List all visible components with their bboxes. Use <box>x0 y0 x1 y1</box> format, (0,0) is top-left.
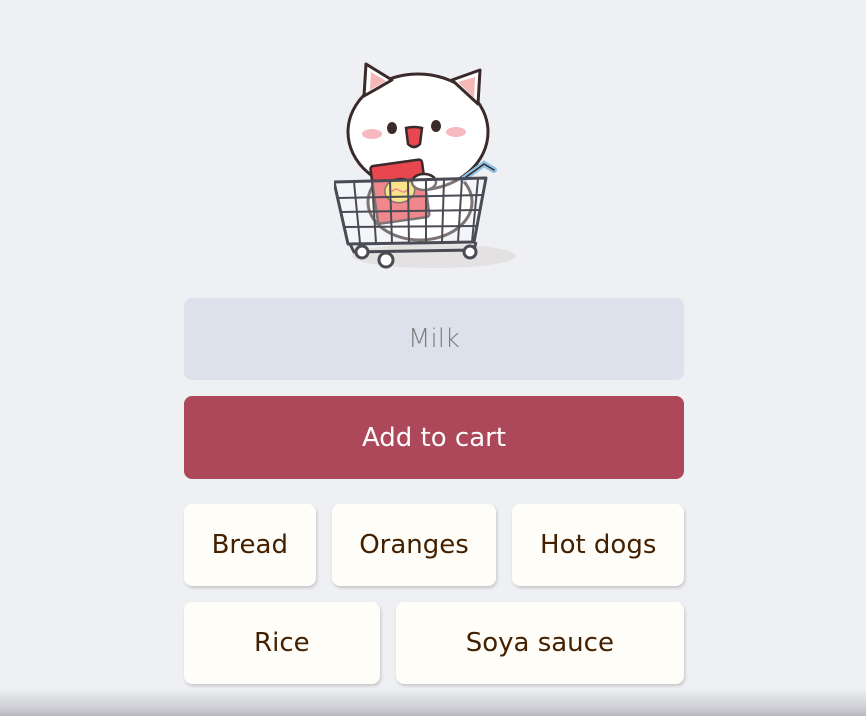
list-item-oranges[interactable]: Oranges <box>331 504 497 586</box>
add-to-cart-button[interactable]: Add to cart <box>184 396 684 479</box>
list-item-rice[interactable]: Rice <box>184 602 380 684</box>
shopping-list: Bread Oranges Hot dogs Rice Soya sauce <box>184 504 685 684</box>
bottom-scroll-shadow <box>0 688 866 716</box>
cat-in-shopping-cart-icon <box>334 62 516 269</box>
item-input[interactable] <box>184 298 684 380</box>
list-item-hot-dogs[interactable]: Hot dogs <box>512 504 685 586</box>
list-item-soya-sauce[interactable]: Soya sauce <box>395 602 684 684</box>
list-item-bread[interactable]: Bread <box>184 504 316 586</box>
